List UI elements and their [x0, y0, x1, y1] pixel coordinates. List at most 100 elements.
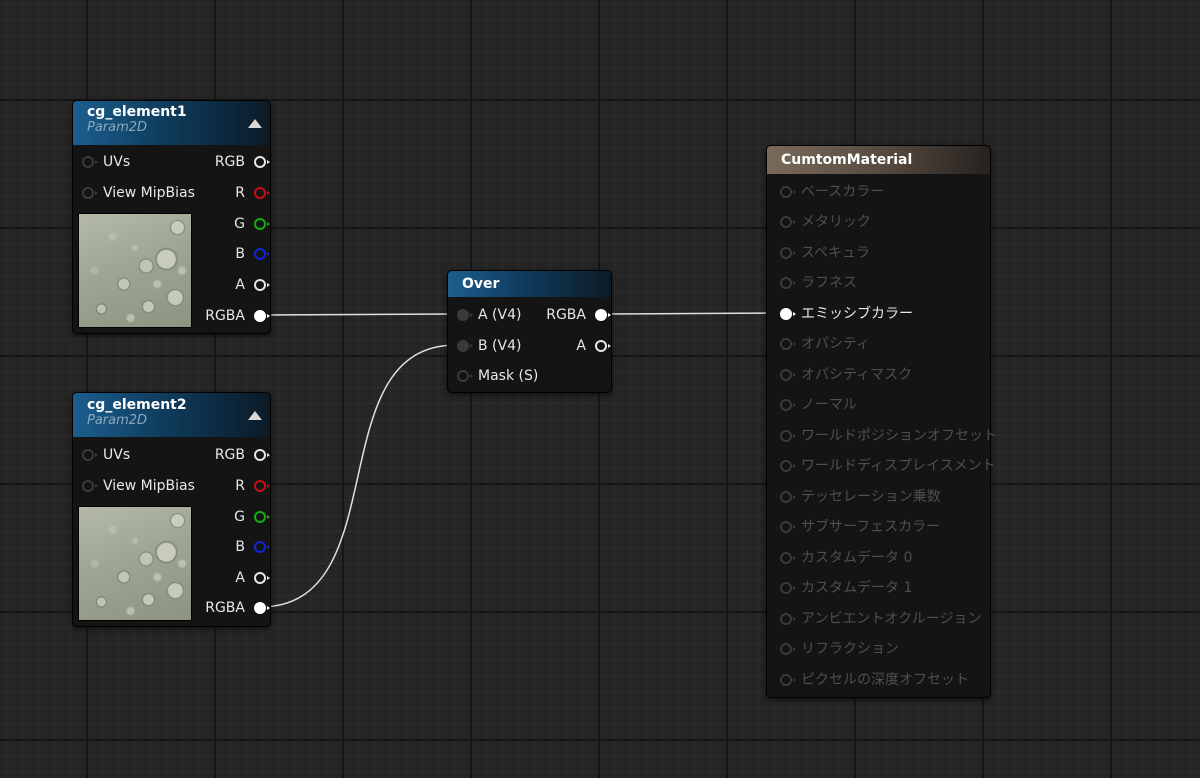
- pin-label: B (V4): [478, 338, 522, 354]
- input-pin-uvs[interactable]: UVs: [82, 445, 130, 465]
- pin-icon[interactable]: [780, 216, 796, 228]
- pin-icon[interactable]: [82, 449, 98, 461]
- pin-icon[interactable]: [254, 310, 270, 322]
- pin-icon[interactable]: [780, 460, 796, 472]
- pin-icon[interactable]: [254, 572, 270, 584]
- pin-icon[interactable]: [780, 369, 796, 381]
- node-title: Over: [462, 276, 500, 292]
- pin-icon[interactable]: [780, 338, 796, 350]
- collapse-arrow-icon[interactable]: [248, 411, 262, 420]
- material-input-custom-data-1[interactable]: カスタムデータ 1: [780, 578, 912, 598]
- input-pin-a-v4[interactable]: A (V4): [457, 305, 521, 325]
- pin-icon[interactable]: [254, 511, 270, 523]
- output-pin-b[interactable]: B: [235, 537, 270, 557]
- pin-icon[interactable]: [254, 187, 270, 199]
- pin-icon[interactable]: [82, 156, 98, 168]
- pin-icon[interactable]: [254, 602, 270, 614]
- material-input-roughness[interactable]: ラフネス: [780, 273, 857, 293]
- input-pin-view-mipbias[interactable]: View MipBias: [82, 476, 195, 496]
- pin-icon[interactable]: [254, 279, 270, 291]
- pin-icon[interactable]: [780, 643, 796, 655]
- output-pin-r[interactable]: R: [235, 476, 270, 496]
- node-over[interactable]: Over A (V4) B (V4) Mask (S) RGBA A: [447, 270, 612, 393]
- pin-label: ピクセルの深度オフセット: [801, 672, 969, 688]
- output-pin-b[interactable]: B: [235, 244, 270, 264]
- pin-icon[interactable]: [457, 370, 473, 382]
- material-input-emissive[interactable]: エミッシブカラー: [780, 304, 913, 324]
- pin-icon[interactable]: [457, 309, 473, 321]
- pin-icon[interactable]: [254, 156, 270, 168]
- pin-label: RGBA: [205, 308, 245, 324]
- pin-icon[interactable]: [457, 340, 473, 352]
- pin-icon[interactable]: [780, 491, 796, 503]
- output-pin-rgb[interactable]: RGB: [215, 445, 270, 465]
- material-input-ambient-occlusion[interactable]: アンビエントオクルージョン: [780, 609, 981, 629]
- node-material-result[interactable]: CumtomMaterial ベースカラー メタリック スペキュラ ラフネス エ…: [766, 145, 997, 698]
- pin-icon[interactable]: [254, 218, 270, 230]
- node-cg-element2[interactable]: cg_element2 Param2D UVs View MipBias RGB…: [72, 392, 271, 627]
- input-pin-mask[interactable]: Mask (S): [457, 366, 538, 386]
- output-pin-a[interactable]: A: [576, 336, 611, 356]
- material-input-metallic[interactable]: メタリック: [780, 212, 871, 232]
- pin-label: R: [235, 478, 245, 494]
- material-input-base-color[interactable]: ベースカラー: [780, 182, 884, 202]
- output-pin-a[interactable]: A: [235, 568, 270, 588]
- material-input-subsurface-color[interactable]: サブサーフェスカラー: [780, 517, 940, 537]
- node-header[interactable]: Over: [448, 271, 611, 297]
- pin-icon[interactable]: [780, 582, 796, 594]
- pin-icon[interactable]: [254, 449, 270, 461]
- pin-label: A: [235, 570, 245, 586]
- output-pin-rgba[interactable]: RGBA: [546, 305, 611, 325]
- material-input-opacity-mask[interactable]: オパシティマスク: [780, 365, 912, 385]
- node-header[interactable]: cg_element1 Param2D: [73, 101, 270, 145]
- output-pin-rgb[interactable]: RGB: [215, 152, 270, 172]
- output-pin-g[interactable]: G: [234, 507, 270, 527]
- input-pin-b-v4[interactable]: B (V4): [457, 336, 521, 356]
- pin-icon[interactable]: [254, 248, 270, 260]
- material-input-world-position-offset[interactable]: ワールドポジションオフセット: [780, 426, 997, 446]
- pin-icon[interactable]: [254, 541, 270, 553]
- pin-icon[interactable]: [780, 277, 796, 289]
- wire-element2-to-over-b[interactable]: [259, 344, 457, 608]
- material-input-opacity[interactable]: オパシティ: [780, 334, 870, 354]
- material-input-specular[interactable]: スペキュラ: [780, 243, 870, 263]
- collapse-arrow-icon[interactable]: [248, 119, 262, 128]
- material-input-pixel-depth-offset[interactable]: ピクセルの深度オフセット: [780, 670, 969, 690]
- material-input-refraction[interactable]: リフラクション: [780, 639, 899, 659]
- pin-icon[interactable]: [780, 186, 796, 198]
- material-input-world-displacement[interactable]: ワールドディスプレイスメント: [780, 456, 996, 476]
- output-pin-rgba[interactable]: RGBA: [205, 598, 270, 618]
- wire-over-to-emissive[interactable]: [601, 312, 787, 315]
- pin-label: A: [576, 338, 586, 354]
- pin-icon[interactable]: [595, 309, 611, 321]
- output-pin-a[interactable]: A: [235, 275, 270, 295]
- node-title: cg_element2: [87, 397, 187, 413]
- output-pin-rgba[interactable]: RGBA: [205, 306, 270, 326]
- material-input-tessellation-multiplier[interactable]: テッセレーション乗数: [780, 487, 941, 507]
- node-header[interactable]: CumtomMaterial: [767, 146, 990, 174]
- pin-icon[interactable]: [780, 308, 796, 320]
- wire-element1-to-over-a[interactable]: [259, 313, 457, 316]
- output-pin-r[interactable]: R: [235, 183, 270, 203]
- pin-icon[interactable]: [780, 674, 796, 686]
- node-header[interactable]: cg_element2 Param2D: [73, 393, 270, 437]
- pin-icon[interactable]: [82, 187, 98, 199]
- pin-label: ベースカラー: [801, 184, 885, 200]
- material-input-custom-data-0[interactable]: カスタムデータ 0: [780, 548, 912, 568]
- output-pin-g[interactable]: G: [234, 214, 270, 234]
- input-pin-view-mipbias[interactable]: View MipBias: [82, 183, 195, 203]
- pin-label: カスタムデータ 1: [801, 580, 913, 596]
- pin-icon[interactable]: [780, 613, 796, 625]
- pin-icon[interactable]: [82, 480, 98, 492]
- material-input-normal[interactable]: ノーマル: [780, 395, 857, 415]
- pin-icon[interactable]: [780, 521, 796, 533]
- pin-icon[interactable]: [780, 399, 796, 411]
- input-pin-uvs[interactable]: UVs: [82, 152, 130, 172]
- pin-icon[interactable]: [595, 340, 611, 352]
- pin-icon[interactable]: [780, 552, 796, 564]
- pin-label: Mask (S): [478, 368, 539, 384]
- pin-icon[interactable]: [254, 480, 270, 492]
- node-cg-element1[interactable]: cg_element1 Param2D UVs View MipBias RGB…: [72, 100, 271, 334]
- pin-icon[interactable]: [780, 247, 796, 259]
- pin-icon[interactable]: [780, 430, 796, 442]
